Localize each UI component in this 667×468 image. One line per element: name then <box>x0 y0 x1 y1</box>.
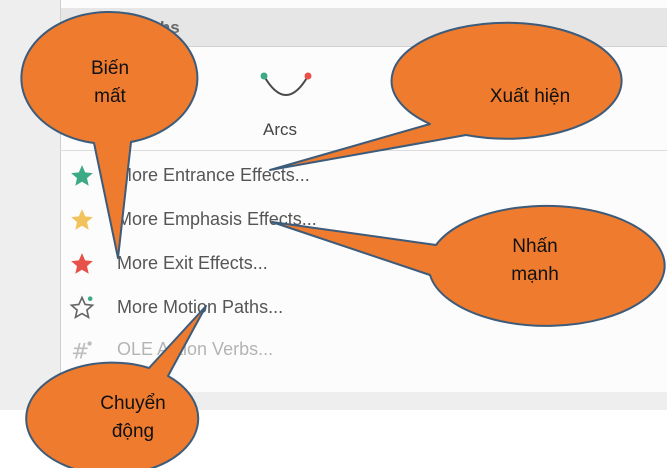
callout-chuyen-dong: Chuyển động <box>78 390 188 446</box>
callout-nhan-manh: Nhấn mạnh <box>480 233 590 289</box>
callout-chuyen-dong-line-1: Chuyển <box>100 393 166 414</box>
callout-nhan-manh-line-1: Nhấn <box>512 236 558 257</box>
callout-bien-mat-line-2: mất <box>94 86 126 107</box>
callout-nhan-manh-shape <box>271 204 666 327</box>
callout-chuyen-dong-line-2: động <box>111 421 155 442</box>
callout-nhan-manh-line-2: mạnh <box>511 264 559 285</box>
callout-bien-mat: Biến mất <box>60 55 160 111</box>
callout-bien-mat-line-1: Biến <box>90 58 130 79</box>
callout-bien-mat-shape <box>20 11 199 259</box>
callout-xuat-hien: Xuất hiện <box>489 86 571 107</box>
